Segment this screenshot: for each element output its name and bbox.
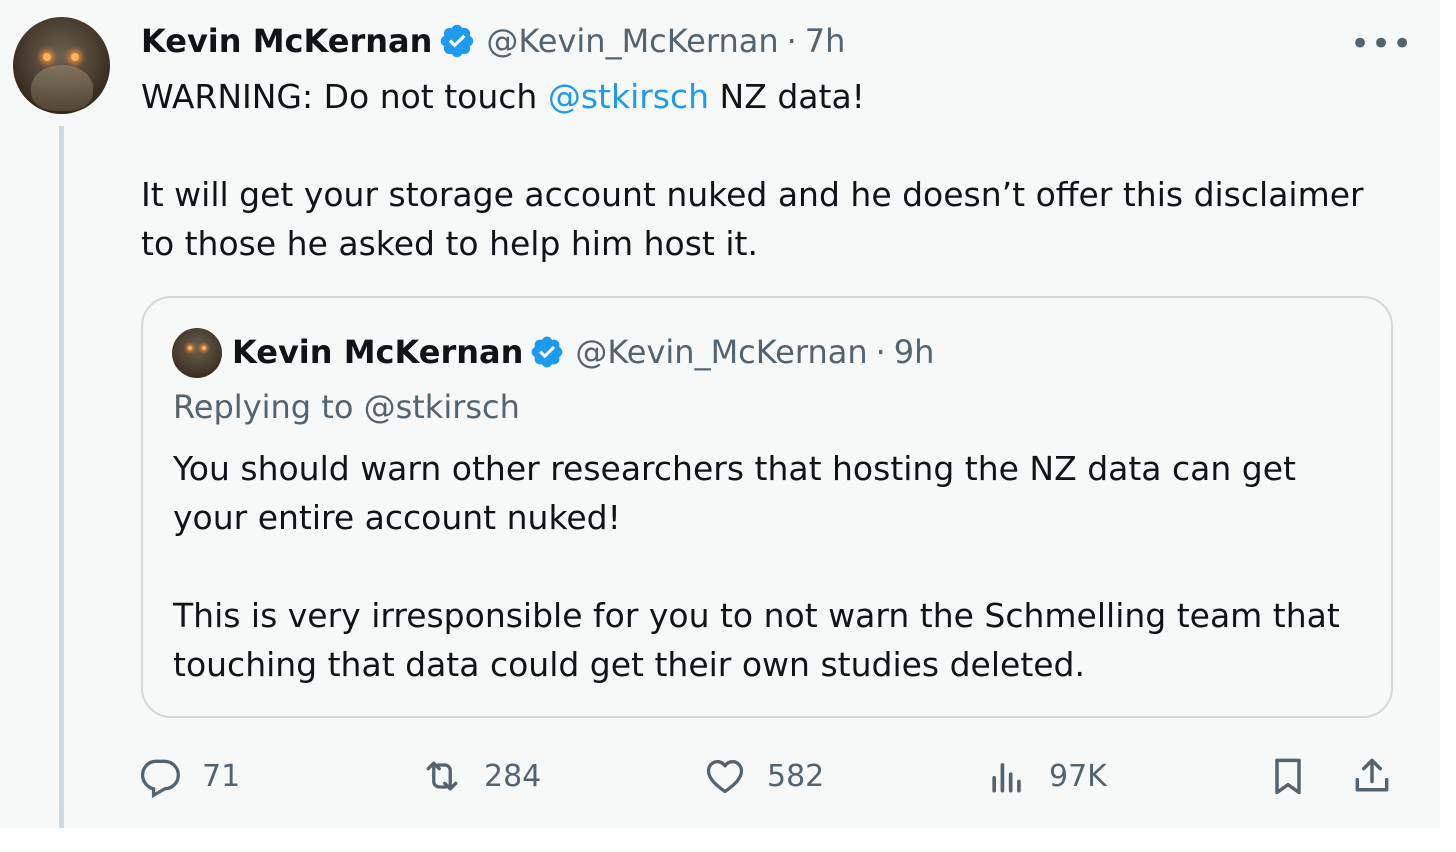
tweet-text-suffix: NZ data! [709, 77, 865, 116]
tweet-time[interactable]: 7h [805, 22, 846, 60]
avatar-eye-right [71, 53, 79, 61]
reply-button[interactable]: 71 [138, 752, 240, 800]
quoted-author-name[interactable]: Kevin McKernan [232, 333, 523, 371]
reply-icon [140, 759, 180, 798]
views-icon [992, 763, 1021, 793]
tweet-text-prefix: WARNING: Do not touch [141, 77, 548, 116]
views-button[interactable]: 97K [985, 752, 1107, 800]
quoted-author-handle[interactable]: @Kevin_McKernan [575, 333, 867, 371]
separator-dot: · [786, 22, 797, 60]
quoted-avatar-eye-right [202, 346, 206, 350]
thread-line [59, 126, 64, 828]
tweet-paragraph-2: It will get your storage account nuked a… [141, 175, 1364, 263]
repost-icon [426, 761, 458, 791]
tweet-body: WARNING: Do not touch @stkirsch NZ data!… [141, 72, 1381, 268]
like-button[interactable]: 582 [703, 752, 824, 800]
more-icon[interactable]: ••• [1350, 24, 1413, 64]
reply-count: 71 [202, 758, 241, 794]
mention-link[interactable]: @stkirsch [548, 77, 709, 116]
quoted-paragraph-2: This is very irresponsible for you to no… [173, 596, 1340, 684]
views-count: 97K [1049, 758, 1107, 794]
author-handle[interactable]: @Kevin_McKernan [486, 22, 778, 60]
repost-count: 284 [484, 758, 542, 794]
page-edge [1440, 0, 1456, 828]
tweet[interactable]: Kevin McKernan @Kevin_McKernan · 7h ••• … [0, 0, 1440, 828]
bookmark-icon [1275, 758, 1301, 795]
avatar-fur [31, 65, 93, 111]
like-count: 582 [767, 758, 825, 794]
quoted-avatar-eye-left [188, 346, 192, 350]
repost-button[interactable]: 284 [420, 752, 541, 800]
quoted-separator-dot: · [875, 333, 886, 371]
verified-badge-icon[interactable] [529, 334, 565, 370]
page-footer [0, 828, 1456, 852]
quoted-body: You should warn other researchers that h… [173, 444, 1363, 689]
quoted-header: Kevin McKernan @Kevin_McKernan · 9h [232, 330, 934, 374]
quoted-time[interactable]: 9h [894, 333, 935, 371]
author-name[interactable]: Kevin McKernan [141, 22, 432, 60]
avatar-eye-left [43, 53, 51, 61]
tweet-line-1: WARNING: Do not touch @stkirsch NZ data! [141, 72, 1381, 121]
verified-badge-icon[interactable] [438, 22, 476, 60]
tweet-header: Kevin McKernan @Kevin_McKernan · 7h [141, 19, 845, 63]
replying-to: Replying to @stkirsch [173, 388, 520, 426]
bookmark-button[interactable] [1266, 752, 1310, 800]
quoted-avatar[interactable] [172, 328, 222, 378]
quoted-tweet[interactable]: Kevin McKernan @Kevin_McKernan · 9h Repl… [141, 296, 1393, 718]
share-icon [1355, 758, 1389, 792]
avatar[interactable] [13, 17, 110, 114]
quoted-paragraph-1: You should warn other researchers that h… [173, 449, 1296, 537]
action-bar: 71 284 582 97K [0, 752, 1440, 800]
like-icon [706, 760, 744, 794]
share-button[interactable] [1350, 752, 1394, 800]
